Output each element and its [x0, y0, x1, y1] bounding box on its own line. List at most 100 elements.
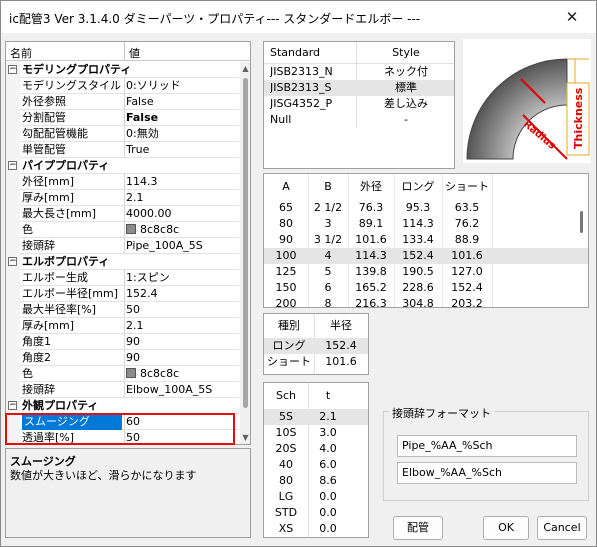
piping-button[interactable]: 配管: [393, 516, 443, 540]
elbow-prefix-format-input[interactable]: Elbow_%AA_%Sch: [397, 462, 577, 484]
property-value[interactable]: 8c8c8c: [126, 222, 238, 238]
standard-row[interactable]: JISB2313_S 標準: [264, 80, 454, 96]
property-value-text: 8c8c8c: [140, 223, 180, 236]
collapse-toggle-icon[interactable]: −: [8, 65, 17, 74]
property-category[interactable]: − パイププロパティ: [6, 158, 239, 174]
type-column-header[interactable]: 種別: [264, 314, 314, 338]
property-value[interactable]: 0:ソリッド: [126, 78, 238, 94]
standard-row[interactable]: JISB2313_N ネック付: [264, 64, 454, 80]
col-outer-diameter-header[interactable]: 外径: [348, 174, 394, 200]
property-row[interactable]: 最大半径率[%] 50: [6, 302, 239, 318]
property-row[interactable]: 外径[mm] 114.3: [6, 174, 239, 190]
col-short-header[interactable]: ショート: [442, 174, 492, 200]
table-cell: 5: [324, 265, 332, 278]
property-row[interactable]: 単管配管 True: [6, 142, 239, 158]
property-row[interactable]: モデリングスタイル 0:ソリッド: [6, 78, 239, 94]
radius-row[interactable]: ロング 152.4: [264, 338, 368, 354]
pipe-prefix-format-input[interactable]: Pipe_%AA_%Sch: [397, 435, 577, 457]
property-row[interactable]: 厚み[mm] 2.1: [6, 190, 239, 206]
table-cell: 203.2: [451, 297, 483, 308]
standard-column-header[interactable]: Standard: [270, 42, 354, 64]
radius-row[interactable]: ショート 101.6: [264, 354, 368, 370]
property-value[interactable]: 1:スピン: [126, 270, 238, 286]
sch-row[interactable]: 40 6.0: [264, 457, 368, 473]
table-cell: 150: [275, 281, 297, 294]
property-row[interactable]: 角度1 90: [6, 334, 239, 350]
category-label: 外観プロパティ: [22, 399, 99, 412]
dimension-row[interactable]: 90 3 1/2 101.6 133.4 88.9: [264, 232, 588, 248]
property-value[interactable]: 4000.00: [126, 206, 238, 222]
property-value[interactable]: True: [126, 142, 238, 158]
col-b-header[interactable]: B: [308, 174, 348, 200]
scroll-up-icon[interactable]: ▲: [241, 64, 250, 73]
property-value[interactable]: 2.1: [126, 318, 238, 334]
property-row[interactable]: 厚み[mm] 2.1: [6, 318, 239, 334]
property-value[interactable]: 8c8c8c: [126, 366, 238, 382]
property-value[interactable]: False: [126, 110, 238, 126]
standard-row[interactable]: Null -: [264, 112, 454, 128]
property-row[interactable]: 角度2 90: [6, 350, 239, 366]
property-row[interactable]: 外径参照 False: [6, 94, 239, 110]
sch-column-header[interactable]: Sch: [264, 383, 308, 409]
property-value[interactable]: 2.1: [126, 190, 238, 206]
sch-row[interactable]: 80 8.6: [264, 473, 368, 489]
dimension-row[interactable]: 80 3 89.1 114.3 76.2: [264, 216, 588, 232]
col-long-header[interactable]: ロング: [394, 174, 442, 200]
property-category[interactable]: − エルボプロパティ: [6, 254, 239, 270]
property-row[interactable]: エルボー生成 1:スピン: [6, 270, 239, 286]
table-cell: 8.6: [319, 474, 337, 487]
cancel-button[interactable]: Cancel: [537, 516, 587, 540]
property-row[interactable]: 接頭辞 Pipe_100A_5S: [6, 238, 239, 254]
dimension-row[interactable]: 150 6 165.2 228.6 152.4: [264, 280, 588, 296]
dimension-row[interactable]: 100 4 114.3 152.4 101.6: [264, 248, 588, 264]
scroll-down-icon[interactable]: ▼: [241, 433, 250, 442]
property-value[interactable]: 152.4: [126, 286, 238, 302]
collapse-toggle-icon[interactable]: −: [8, 161, 17, 170]
sch-row[interactable]: STD 0.0: [264, 505, 368, 521]
sch-row[interactable]: 20S 4.0: [264, 441, 368, 457]
ok-button[interactable]: OK: [483, 516, 529, 540]
property-row[interactable]: 色 8c8c8c: [6, 222, 239, 238]
property-category[interactable]: − モデリングプロパティ: [6, 62, 239, 78]
property-value[interactable]: 50: [126, 302, 238, 318]
t-column-header[interactable]: t: [308, 383, 348, 409]
sch-row[interactable]: 5S 2.1: [264, 409, 368, 425]
style-column-header[interactable]: Style: [357, 42, 455, 64]
property-value[interactable]: Elbow_100A_5S: [126, 382, 238, 398]
value-column-header[interactable]: 値: [129, 45, 140, 61]
category-label: モデリングプロパティ: [22, 63, 132, 76]
dimension-row[interactable]: 65 2 1/2 76.3 95.3 63.5: [264, 200, 588, 216]
property-row[interactable]: 分割配管 False: [6, 110, 239, 126]
property-row[interactable]: 勾配配管機能 0:無効: [6, 126, 239, 142]
dimension-table-scrollbar[interactable]: [577, 175, 587, 307]
property-value[interactable]: 90: [126, 350, 238, 366]
property-row[interactable]: エルボー半径[mm] 152.4: [6, 286, 239, 302]
property-value[interactable]: 90: [126, 334, 238, 350]
scrollbar-thumb[interactable]: [580, 211, 583, 233]
property-row[interactable]: 接頭辞 Elbow_100A_5S: [6, 382, 239, 398]
col-a-header[interactable]: A: [264, 174, 308, 200]
property-grid-scrollbar[interactable]: ▲ ▼: [240, 62, 250, 444]
property-value[interactable]: Pipe_100A_5S: [126, 238, 238, 254]
close-button[interactable]: ✕: [552, 3, 592, 31]
property-value[interactable]: 114.3: [126, 174, 238, 190]
table-cell: 101.6: [355, 233, 387, 246]
sch-row[interactable]: XS 0.0: [264, 521, 368, 537]
scrollbar-thumb[interactable]: [243, 78, 248, 408]
dimension-row[interactable]: 125 5 139.8 190.5 127.0: [264, 264, 588, 280]
table-cell: 101.6: [451, 249, 483, 262]
collapse-toggle-icon[interactable]: −: [8, 401, 17, 410]
radius-column-header[interactable]: 半径: [314, 314, 368, 338]
sch-row[interactable]: LG 0.0: [264, 489, 368, 505]
name-column-header[interactable]: 名前: [10, 45, 32, 61]
property-row[interactable]: 色 8c8c8c: [6, 366, 239, 382]
property-value[interactable]: False: [126, 94, 238, 110]
property-row[interactable]: 最大長さ[mm] 4000.00: [6, 206, 239, 222]
standard-row[interactable]: JISG4352_P 差し込み: [264, 96, 454, 112]
table-cell: 80: [279, 217, 293, 230]
collapse-toggle-icon[interactable]: −: [8, 257, 17, 266]
sch-row[interactable]: 10S 3.0: [264, 425, 368, 441]
dimension-row[interactable]: 200 8 216.3 304.8 203.2: [264, 296, 588, 308]
property-category[interactable]: − 外観プロパティ: [6, 398, 239, 414]
property-value[interactable]: 0:無効: [126, 126, 238, 142]
